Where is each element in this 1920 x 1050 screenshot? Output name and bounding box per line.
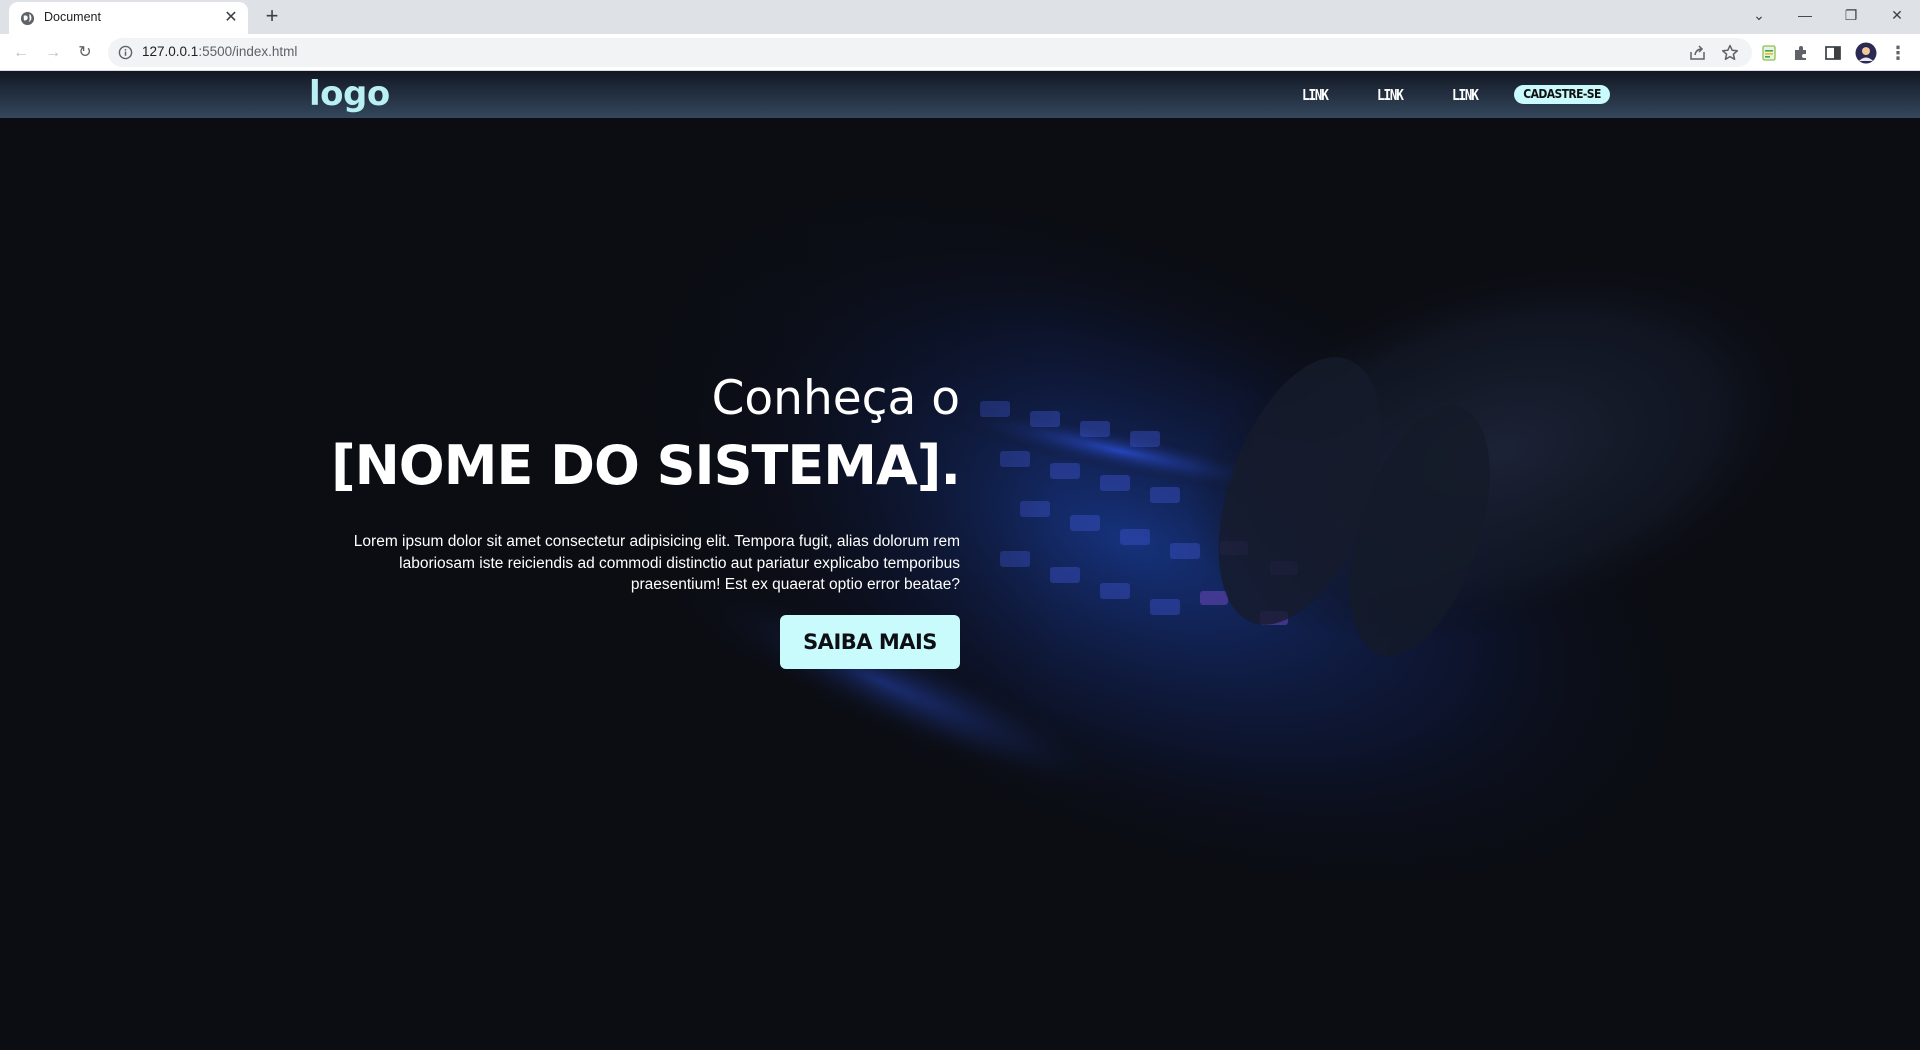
nav-link-2[interactable]: LINK [1377,86,1404,104]
globe-icon [20,11,35,26]
address-bar[interactable]: 127.0.0.1:5500/index.html [108,38,1752,67]
nav-link-1[interactable]: LINK [1302,86,1329,104]
profile-avatar-icon[interactable] [1855,42,1877,64]
hero-description-line-1: Lorem ipsum dolor sit amet consectetur a… [353,533,960,550]
nav-link-3[interactable]: LINK [1452,86,1479,104]
site-logo[interactable]: logo [309,74,390,114]
url-text: 127.0.0.1:5500/index.html [142,44,297,59]
signup-button[interactable]: CADASTRE-SE [1514,85,1610,104]
bookmark-star-icon[interactable] [1720,43,1740,63]
browser-tab[interactable]: Document ✕ [9,2,248,34]
hero-subtitle: Conheça o [711,371,960,426]
site-navbar: logo LINK LINK LINK CADASTRE-SE [0,71,1920,118]
minimize-button[interactable]: — [1782,0,1828,30]
browser-menu-icon[interactable]: ⋮ [1887,42,1909,64]
back-button[interactable]: ← [10,42,32,64]
reload-button[interactable]: ↻ [74,42,96,64]
side-panel-icon[interactable] [1823,43,1843,63]
restore-button[interactable]: ❐ [1828,0,1874,30]
tab-search-icon[interactable]: ⌄ [1736,0,1782,30]
browser-tab-bar: Document ✕ + ⌄ — ❐ ✕ [0,0,1920,34]
keyboard-background-image [0,71,1920,1050]
url-host: 127.0.0.1 [142,44,199,59]
page-viewport: logo LINK LINK LINK CADASTRE-SE Conheça … [0,71,1920,1050]
hero-title: [NOME DO SISTEMA]. [330,434,961,497]
hero-description: Lorem ipsum dolor sit amet consectetur a… [320,531,960,596]
extensions-puzzle-icon[interactable] [1791,43,1811,63]
info-icon[interactable] [118,45,133,60]
hero-description-line-3: praesentium! Est ex quaerat optio error … [630,576,960,593]
extension-sheets-icon[interactable] [1759,43,1779,63]
browser-toolbar: ← → ↻ 127.0.0.1:5500/index.html ⋮ [0,34,1920,71]
learn-more-button[interactable]: SAIBA MAIS [780,615,960,669]
hero-description-line-2: laboriosam iste reiciendis ad commodi di… [399,554,960,572]
url-path: :5500/index.html [198,44,298,59]
share-icon[interactable] [1688,43,1708,63]
new-tab-button[interactable]: + [260,5,284,29]
forward-button[interactable]: → [42,42,64,64]
tab-close-icon[interactable]: ✕ [222,9,240,27]
tab-title: Document [44,10,101,24]
close-window-button[interactable]: ✕ [1874,0,1920,30]
